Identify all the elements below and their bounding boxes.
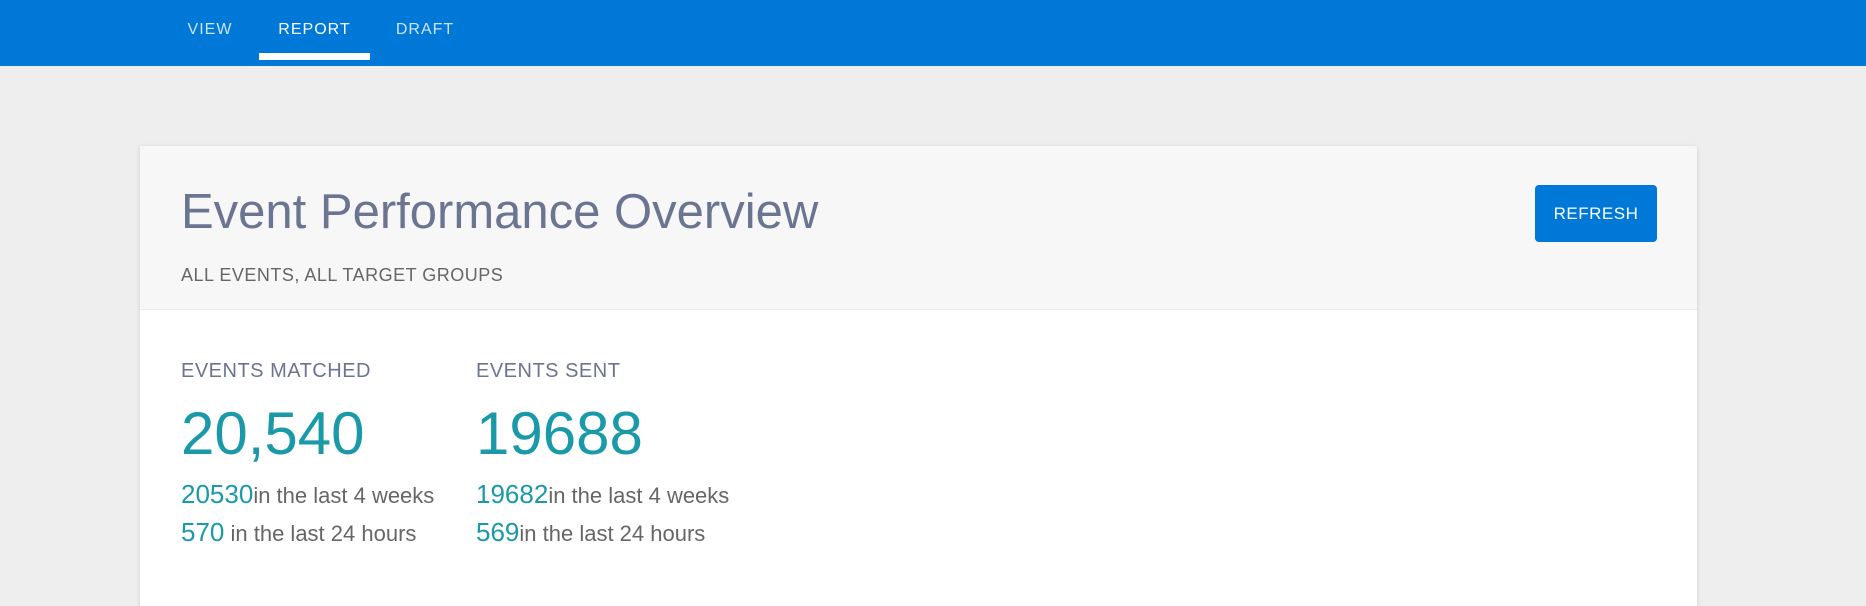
metric-line-hours: 570 in the last 24 hours xyxy=(181,514,434,552)
metric-label: EVENTS MATCHED xyxy=(181,360,371,382)
event-performance-card: Event Performance Overview ALL EVENTS, A… xyxy=(140,146,1697,606)
tab-draft-label: DRAFT xyxy=(395,21,455,38)
metric-events-matched: EVENTS MATCHED 20,540 20530in the last 4… xyxy=(181,360,434,552)
card-header: Event Performance Overview ALL EVENTS, A… xyxy=(140,146,1697,310)
metric-breakdown: 19682in the last 4 weeks 569in the last … xyxy=(476,476,729,552)
tab-draft[interactable]: DRAFT xyxy=(385,0,465,60)
metric-breakdown: 20530in the last 4 weeks 570 in the last… xyxy=(181,476,434,552)
top-nav-bar: VIEW REPORT DRAFT xyxy=(0,0,1866,66)
metric-weeks-text: in the last 4 weeks xyxy=(548,483,730,508)
metric-hours-count: 570 xyxy=(181,517,225,547)
metric-events-sent: EVENTS SENT 19688 19682in the last 4 wee… xyxy=(476,360,729,552)
tab-view[interactable]: VIEW xyxy=(170,0,250,60)
metric-weeks-count: 19682 xyxy=(476,479,549,509)
metric-line-weeks: 19682in the last 4 weeks xyxy=(476,476,729,514)
active-tab-indicator xyxy=(259,53,370,60)
metric-label: EVENTS SENT xyxy=(476,360,621,382)
tab-view-label: VIEW xyxy=(187,21,233,38)
metric-weeks-text: in the last 4 weeks xyxy=(253,483,435,508)
refresh-button[interactable]: REFRESH xyxy=(1535,185,1657,242)
metric-weeks-count: 20530 xyxy=(181,479,254,509)
metric-value: 19688 xyxy=(476,400,643,467)
metric-line-weeks: 20530in the last 4 weeks xyxy=(181,476,434,514)
page-title: Event Performance Overview xyxy=(181,185,819,239)
metric-hours-text: in the last 24 hours xyxy=(519,521,706,546)
tab-report-label: REPORT xyxy=(278,21,351,38)
metric-hours-count: 569 xyxy=(476,517,520,547)
tab-report[interactable]: REPORT xyxy=(259,0,370,60)
metric-value: 20,540 xyxy=(181,400,365,467)
metric-line-hours: 569in the last 24 hours xyxy=(476,514,729,552)
card-subtitle: ALL EVENTS, ALL TARGET GROUPS xyxy=(181,265,504,285)
metric-hours-text: in the last 24 hours xyxy=(224,521,417,546)
